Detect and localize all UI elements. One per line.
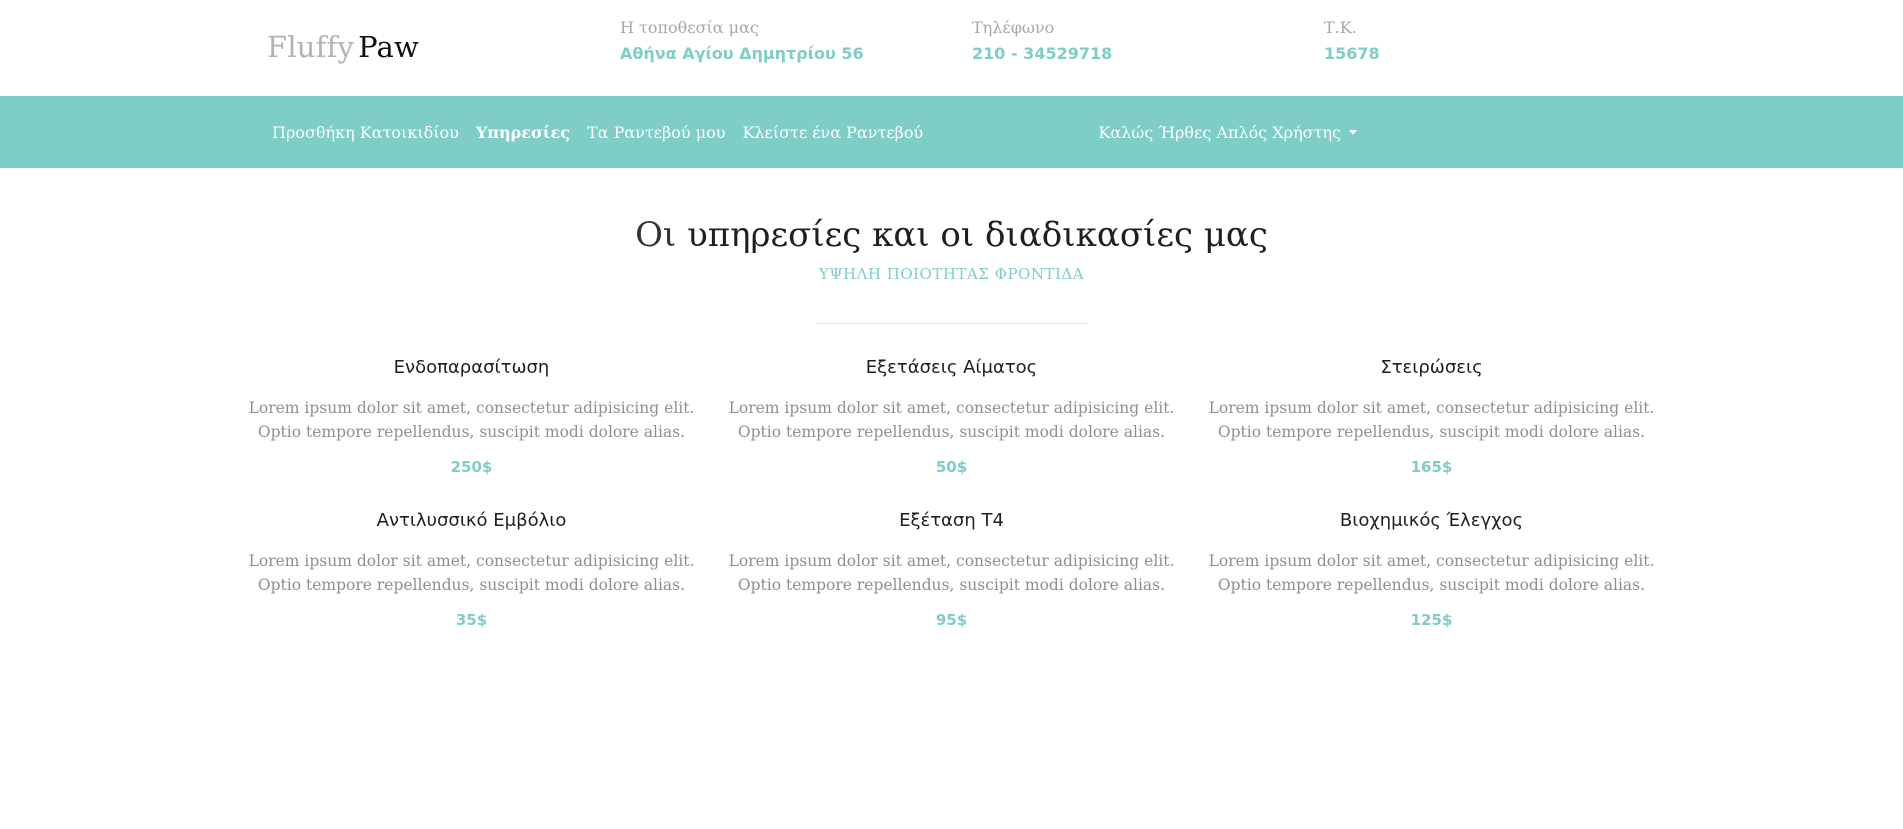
service-price: 95$: [935, 611, 968, 629]
services-hero: Οι υπηρεσίες και οι διαδικασίες μας ΥΨΗΛ…: [0, 215, 1903, 324]
service-description-line: Lorem ipsum dolor sit amet, consectetur …: [728, 399, 1175, 417]
service-description-line: Lorem ipsum dolor sit amet, consectetur …: [248, 552, 695, 570]
phone-value: 210 - 34529718: [972, 44, 1113, 63]
service-description-line: Optio tempore repellendus, suscipit modi…: [1217, 423, 1646, 441]
service-description-line: Lorem ipsum dolor sit amet, consectetur …: [728, 552, 1175, 570]
brand-dark-text: Paw: [358, 30, 420, 64]
service-description: Lorem ipsum dolor sit amet, consectetur …: [712, 396, 1192, 444]
service-title: Βιοχημικός Έλεγχος: [1339, 510, 1524, 531]
nav-item-services[interactable]: Υπηρεσίες: [476, 123, 570, 142]
service-description: Lorem ipsum dolor sit amet, consectetur …: [1192, 549, 1672, 597]
location-label: Η τοποθεσία μας: [620, 18, 759, 37]
service-card: Εξετάσεις Αίματος Lorem ipsum dolor sit …: [712, 357, 1192, 476]
phone-label: Τηλέφωνο: [972, 18, 1055, 37]
service-description-line: Optio tempore repellendus, suscipit modi…: [257, 576, 686, 594]
nav-item-add-pet[interactable]: Προσθήκη Κατοικιδίου: [272, 123, 459, 142]
zip-label: Τ.Κ.: [1324, 18, 1357, 37]
phone-info: Τηλέφωνο 210 - 34529718: [972, 18, 1112, 64]
service-card: Ενδοπαρασίτωση Lorem ipsum dolor sit ame…: [232, 357, 712, 476]
service-description-line: Optio tempore repellendus, suscipit modi…: [737, 423, 1166, 441]
nav-links: Προσθήκη Κατοικιδίου Υπηρεσίες Τα Ραντεβ…: [272, 96, 923, 168]
chevron-down-icon: [1349, 129, 1357, 135]
zip-info: Τ.Κ. 15678: [1324, 18, 1380, 64]
service-title: Αντιλυσσικό Εμβόλιο: [376, 510, 567, 531]
nav-item-my-appointments[interactable]: Τα Ραντεβού μου: [587, 123, 725, 142]
service-title: Ενδοπαρασίτωση: [393, 357, 550, 378]
service-description: Lorem ipsum dolor sit amet, consectetur …: [232, 549, 712, 597]
service-card: Εξέταση Τ4 Lorem ipsum dolor sit amet, c…: [712, 510, 1192, 629]
page-title: Οι υπηρεσίες και οι διαδικασίες μας: [0, 215, 1903, 255]
service-description-line: Lorem ipsum dolor sit amet, consectetur …: [248, 399, 695, 417]
section-divider: [816, 323, 1087, 324]
service-description: Lorem ipsum dolor sit amet, consectetur …: [232, 396, 712, 444]
service-price: 165$: [1410, 458, 1453, 476]
service-price: 125$: [1410, 611, 1453, 629]
service-price: 250$: [450, 458, 493, 476]
service-title: Εξέταση Τ4: [899, 510, 1004, 531]
service-price: 35$: [455, 611, 488, 629]
nav-item-book-appointment[interactable]: Κλείστε ένα Ραντεβού: [742, 123, 923, 142]
brand-logo[interactable]: Fluffy Paw: [267, 30, 419, 64]
zip-value: 15678: [1324, 44, 1380, 63]
user-menu-label: Καλώς Ήρθες Απλός Χρήστης: [1098, 122, 1341, 142]
page-title-light: Οι: [635, 215, 677, 255]
main-navbar: Προσθήκη Κατοικιδίου Υπηρεσίες Τα Ραντεβ…: [0, 96, 1903, 168]
service-description-line: Lorem ipsum dolor sit amet, consectetur …: [1208, 552, 1655, 570]
service-title: Στειρώσεις: [1380, 357, 1483, 378]
service-description-line: Optio tempore repellendus, suscipit modi…: [257, 423, 686, 441]
top-header: Fluffy Paw Η τοποθεσία μας Αθήνα Αγίου Δη…: [0, 0, 1903, 96]
service-price: 50$: [935, 458, 968, 476]
services-grid: Ενδοπαρασίτωση Lorem ipsum dolor sit ame…: [0, 357, 1903, 629]
service-card: Βιοχημικός Έλεγχος Lorem ipsum dolor sit…: [1192, 510, 1672, 629]
service-description-line: Optio tempore repellendus, suscipit modi…: [1217, 576, 1646, 594]
page-title-main: υπηρεσίες και οι διαδικασίες μας: [687, 215, 1268, 255]
service-title: Εξετάσεις Αίματος: [865, 357, 1038, 378]
service-card: Αντιλυσσικό Εμβόλιο Lorem ipsum dolor si…: [232, 510, 712, 629]
service-description-line: Optio tempore repellendus, suscipit modi…: [737, 576, 1166, 594]
page-subtitle: ΥΨΗΛΗ ΠΟΙΟΤΗΤΑΣ ΦΡΟΝΤΙΔΑ: [818, 265, 1085, 283]
location-info: Η τοποθεσία μας Αθήνα Αγίου Δημητρίου 56: [620, 18, 864, 64]
location-value: Αθήνα Αγίου Δημητρίου 56: [620, 44, 864, 63]
service-card: Στειρώσεις Lorem ipsum dolor sit amet, c…: [1192, 357, 1672, 476]
service-description: Lorem ipsum dolor sit amet, consectetur …: [712, 549, 1192, 597]
service-description: Lorem ipsum dolor sit amet, consectetur …: [1192, 396, 1672, 444]
user-menu-dropdown[interactable]: Καλώς Ήρθες Απλός Χρήστης: [1098, 96, 1357, 168]
brand-light-text: Fluffy: [267, 30, 355, 64]
service-description-line: Lorem ipsum dolor sit amet, consectetur …: [1208, 399, 1655, 417]
